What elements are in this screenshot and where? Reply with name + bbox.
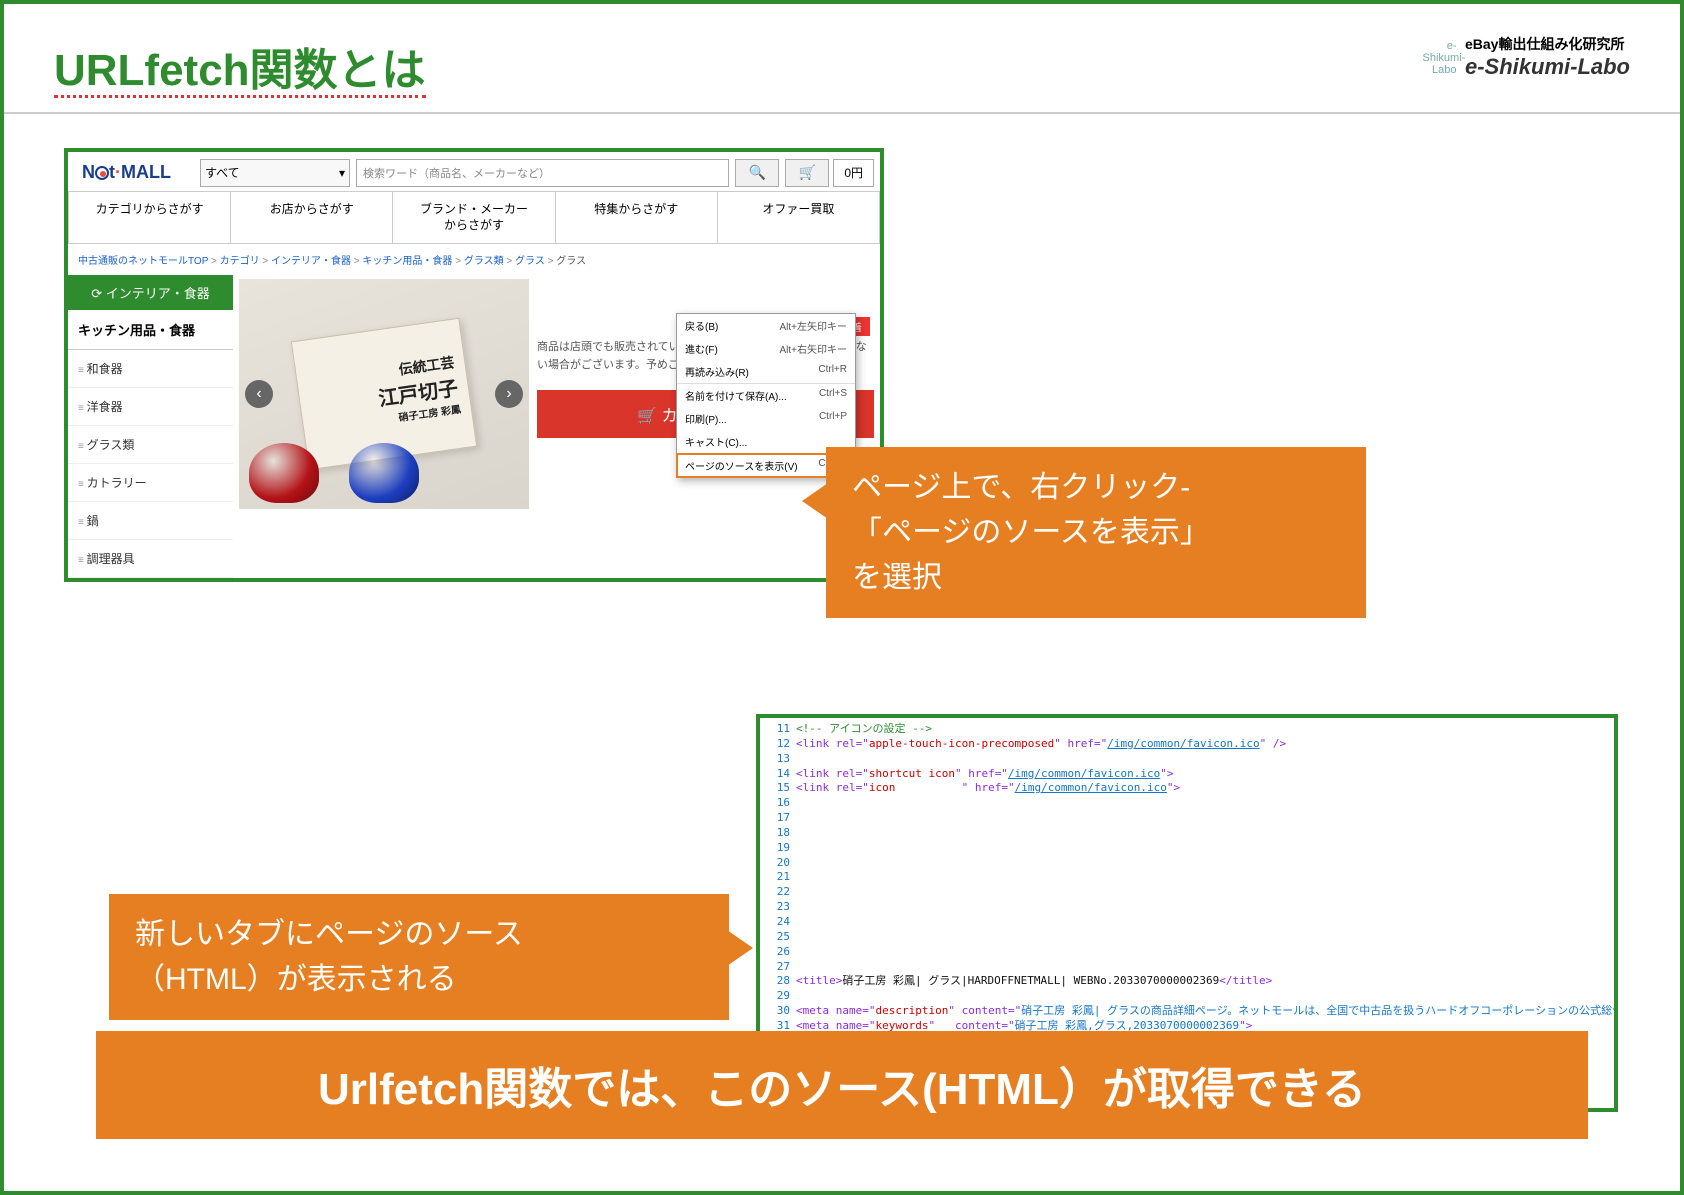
breadcrumb: 中古通販のネットモールTOP > カテゴリ > インテリア・食器 > キッチン用…: [68, 244, 880, 275]
sidebar-item[interactable]: 洋食器: [68, 388, 233, 426]
prev-image-button[interactable]: ‹: [245, 380, 273, 408]
cart-button[interactable]: 🛒: [785, 159, 829, 187]
next-image-button[interactable]: ›: [495, 380, 523, 408]
sidebar-item[interactable]: 調理器具: [68, 540, 233, 578]
sidebar-item[interactable]: 和食器: [68, 350, 233, 388]
category-select[interactable]: すべて▾: [200, 159, 350, 187]
ctx-reload[interactable]: 再読み込み(R)Ctrl+R: [677, 360, 855, 384]
sidebar: ⟳ インテリア・食器 キッチン用品・食器 和食器 洋食器 グラス類 カトラリー …: [68, 275, 233, 578]
nav-offer[interactable]: オファー買取: [718, 192, 880, 243]
cart-total: 0円: [833, 159, 874, 187]
nav-category[interactable]: カテゴリからさがす: [68, 192, 231, 243]
bottom-summary: Urlfetch関数では、このソース(HTML）が取得できる: [96, 1031, 1588, 1139]
callout-new-tab-source: 新しいタブにページのソース （HTML）が表示される: [109, 894, 729, 1020]
brand-glyph: e-Shikumi-Labo: [1423, 40, 1457, 74]
brand-logo: e-Shikumi-Labo eBay輸出仕組み化研究所 e-Shikumi-L…: [1423, 34, 1630, 80]
ctx-print[interactable]: 印刷(P)...Ctrl+P: [677, 407, 855, 430]
shop-navbar: カテゴリからさがす お店からさがす ブランド・メーカー からさがす 特集からさが…: [68, 191, 880, 244]
screenshot-netmall: Nt·MALL すべて▾ 検索ワード（商品名、メーカーなど） 🔍 🛒 0円 カテ…: [64, 148, 884, 582]
nav-store[interactable]: お店からさがす: [231, 192, 393, 243]
ctx-forward[interactable]: 進む(F)Alt+右矢印キー: [677, 337, 855, 360]
product-image: ‹ › 伝統工芸 江戸切子 硝子工房 彩鳳: [239, 279, 529, 509]
sidebar-item[interactable]: 鍋: [68, 502, 233, 540]
sidebar-item[interactable]: グラス類: [68, 426, 233, 464]
sidebar-category-button[interactable]: ⟳ インテリア・食器: [68, 275, 233, 310]
ctx-saveas[interactable]: 名前を付けて保存(A)...Ctrl+S: [677, 384, 855, 407]
search-button[interactable]: 🔍: [735, 159, 779, 187]
ctx-back[interactable]: 戻る(B)Alt+左矢印キー: [677, 314, 855, 337]
search-input[interactable]: 検索ワード（商品名、メーカーなど）: [356, 159, 729, 187]
search-icon: 🔍: [749, 164, 766, 181]
cart-icon: 🛒: [799, 164, 816, 181]
shop-logo: Nt·MALL: [74, 158, 194, 187]
page-title: URLfetch関数とは: [54, 34, 426, 98]
nav-brand[interactable]: ブランド・メーカー からさがす: [393, 192, 555, 243]
sidebar-heading: キッチン用品・食器: [68, 310, 233, 350]
callout-right-click: ページ上で、右クリック- 「ページのソースを表示」 を選択: [826, 447, 1366, 618]
sidebar-item[interactable]: カトラリー: [68, 464, 233, 502]
nav-special[interactable]: 特集からさがす: [556, 192, 718, 243]
